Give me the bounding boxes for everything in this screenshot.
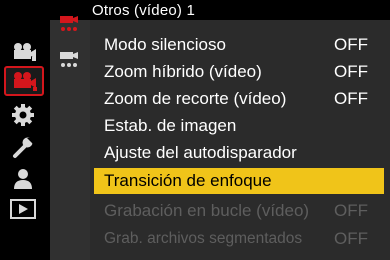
menu-item-value: OFF	[334, 201, 368, 220]
video-submenu-2-icon	[57, 51, 83, 80]
camera-settings-icon	[8, 40, 38, 62]
tab-my-menu[interactable]	[6, 166, 40, 192]
menu-item-value: OFF	[334, 35, 368, 54]
menu-item-silent-mode[interactable]: Modo silencioso OFF	[94, 32, 384, 58]
video-camera-icon	[9, 70, 39, 92]
video-submenu-1-icon	[57, 15, 83, 44]
subtab-video-1[interactable]	[57, 15, 83, 40]
tab-camera-settings[interactable]	[6, 38, 40, 64]
sub-tab-column	[50, 0, 90, 260]
menu-item-value: OFF	[334, 62, 368, 81]
menu-item-hybrid-zoom[interactable]: Zoom híbrido (vídeo) OFF	[94, 59, 384, 85]
menu-item-label: Grabación en bucle (vídeo)	[104, 201, 310, 220]
menu-item-crop-zoom[interactable]: Zoom de recorte (vídeo) OFF	[94, 86, 384, 112]
gear-icon	[11, 103, 35, 127]
tab-playback[interactable]	[6, 196, 40, 222]
menu-item-image-stabilizer[interactable]: Estab. de imagen	[94, 113, 384, 139]
menu-item-loop-recording: Grabación en bucle (vídeo) OFF	[94, 198, 384, 224]
wrench-icon	[11, 135, 35, 159]
menu-item-label: Transición de enfoque	[104, 171, 272, 190]
menu-title: Otros (vídeo) 1	[92, 2, 196, 19]
playback-icon	[10, 199, 36, 219]
tab-video[interactable]	[4, 66, 44, 96]
menu-item-label: Grab. archivos segmentados	[104, 230, 303, 247]
person-icon	[12, 168, 34, 190]
menu-item-label: Ajuste del autodisparador	[104, 143, 297, 162]
main-tab-column	[0, 0, 48, 260]
menu-item-self-timer[interactable]: Ajuste del autodisparador	[94, 140, 384, 166]
tab-custom[interactable]	[6, 134, 40, 160]
menu-item-value: OFF	[334, 89, 368, 108]
menu-item-segmented-files: Grab. archivos segmentados OFF	[94, 226, 384, 252]
menu-item-label: Zoom híbrido (vídeo)	[104, 62, 262, 81]
menu-item-value: OFF	[334, 229, 368, 248]
menu-item-focus-transition[interactable]: Transición de enfoque	[94, 168, 384, 194]
menu-item-label: Estab. de imagen	[104, 116, 237, 135]
camera-menu-screen: Otros (vídeo) 1 Modo silencioso OFF Zoom…	[0, 0, 390, 260]
menu-item-label: Zoom de recorte (vídeo)	[104, 89, 287, 108]
tab-settings[interactable]	[6, 102, 40, 128]
subtab-video-2[interactable]	[57, 51, 83, 76]
menu-item-label: Modo silencioso	[104, 35, 226, 54]
